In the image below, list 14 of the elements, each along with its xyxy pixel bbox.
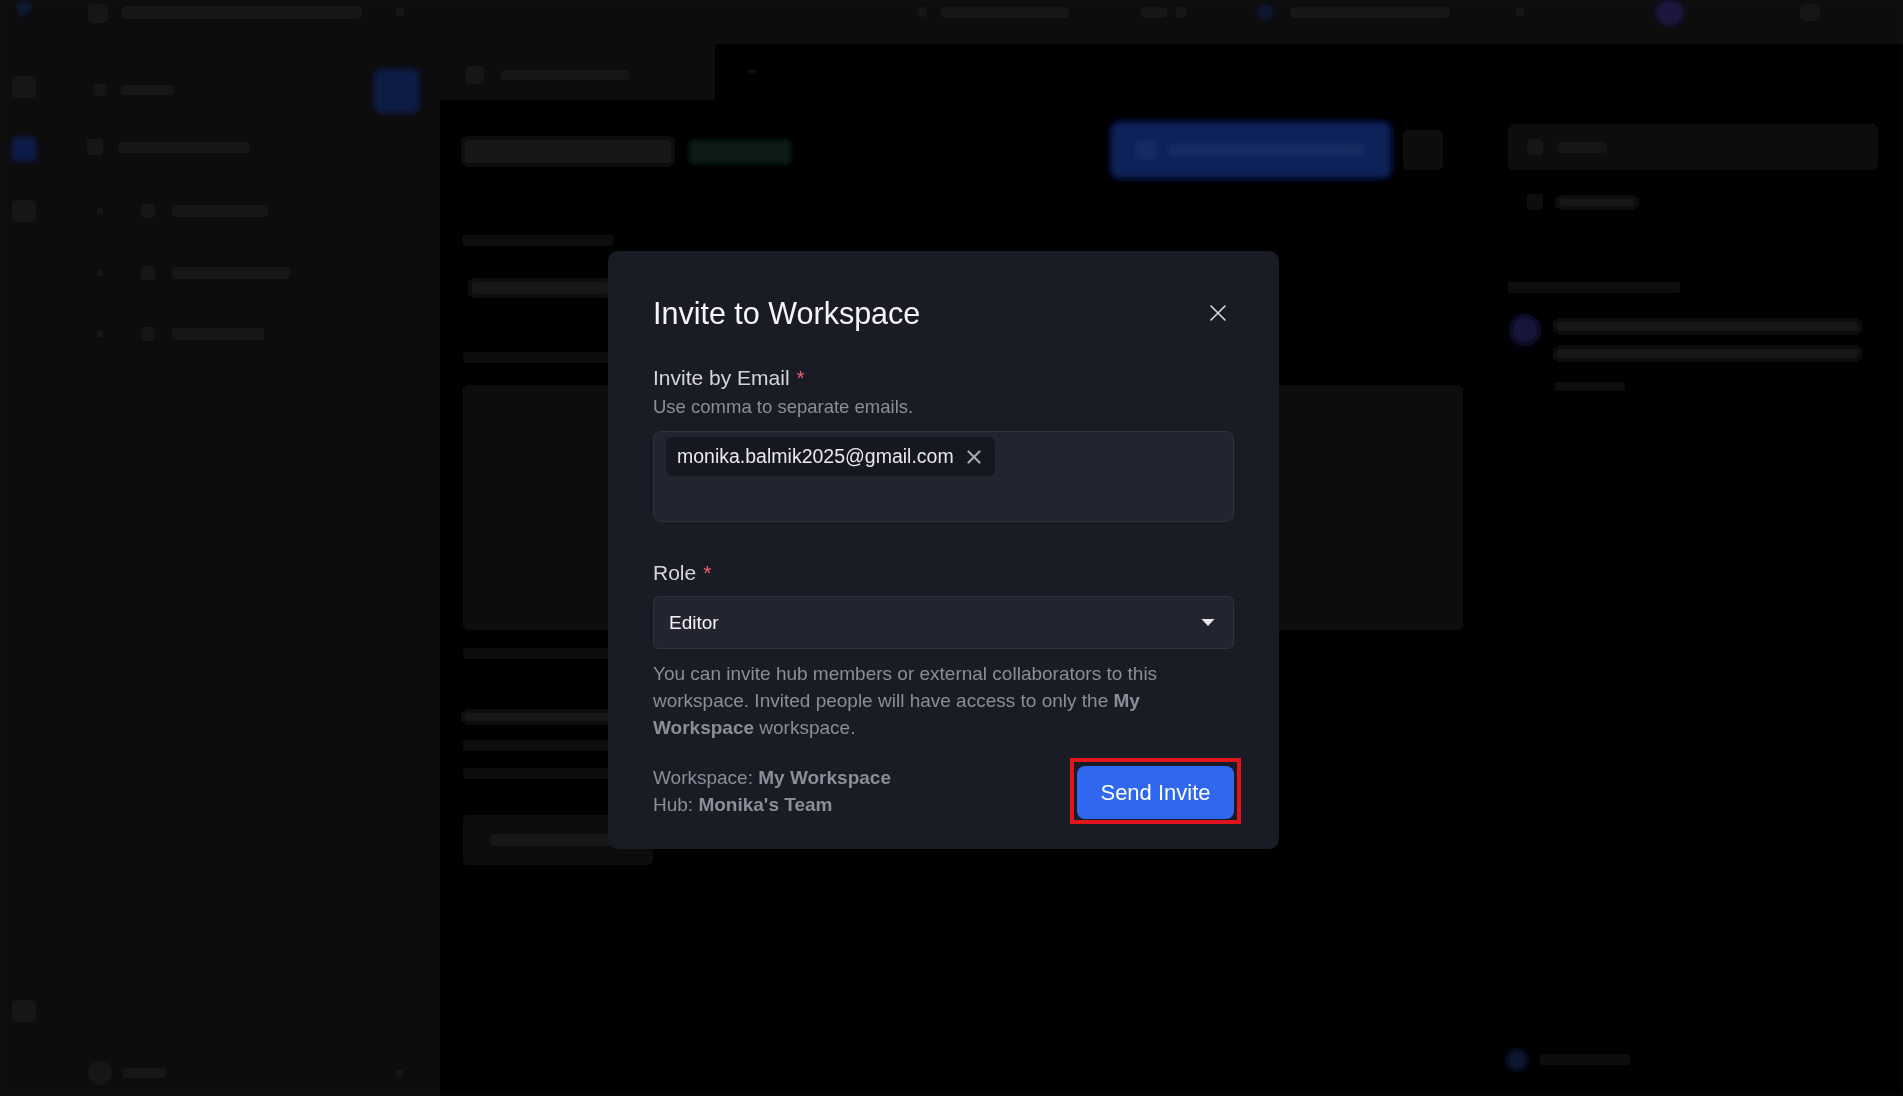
email-input-field[interactable]: monika.balmik2025@gmail.com: [653, 431, 1234, 522]
invite-note: You can invite hub members or external collaborators to this workspace. Invited people will have access to only the My Workspace workspace.: [653, 662, 1159, 740]
caret-down-icon: [1201, 618, 1215, 627]
dialog-title: Invite to Workspace: [653, 295, 921, 331]
close-icon[interactable]: [1210, 305, 1226, 321]
role-select[interactable]: Editor: [653, 596, 1234, 649]
field-hint: Use comma to separate emails.: [653, 395, 914, 419]
send-invite-button[interactable]: Send Invite: [1077, 766, 1234, 819]
field-label: Invite by Email *: [653, 365, 805, 391]
email-chip[interactable]: monika.balmik2025@gmail.com: [666, 437, 995, 476]
detail-line: Hub: Monika's Team: [653, 793, 833, 817]
field-label: Role *: [653, 560, 712, 586]
remove-icon[interactable]: [966, 449, 981, 464]
detail-line: Workspace: My Workspace: [653, 766, 891, 790]
